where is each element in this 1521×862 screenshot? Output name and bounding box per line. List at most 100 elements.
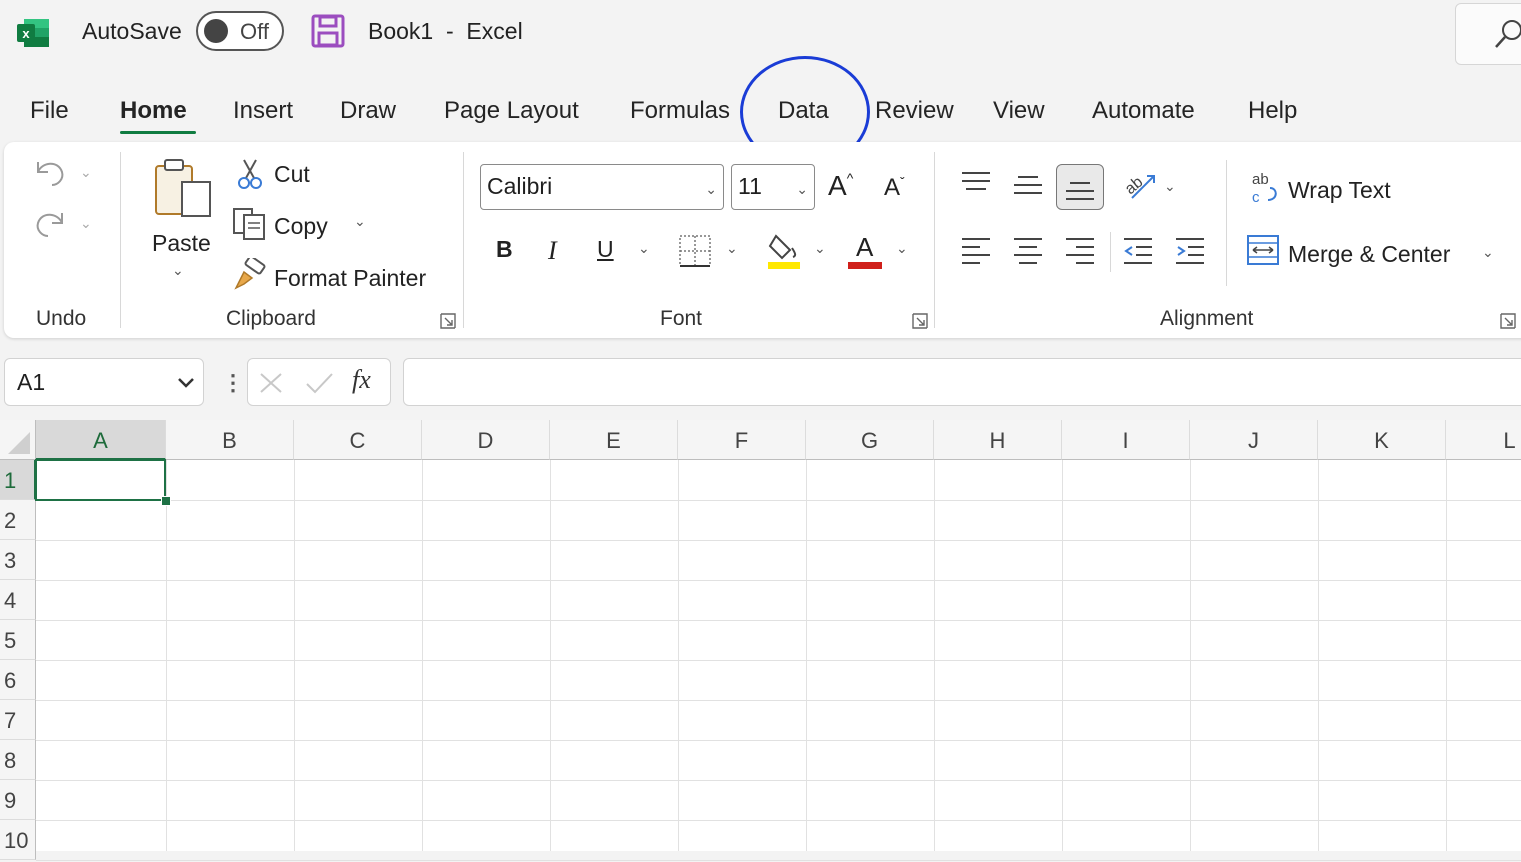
- name-box-chevron-icon[interactable]: [177, 377, 195, 389]
- orientation-icon[interactable]: ab: [1120, 168, 1158, 204]
- autosave-toggle[interactable]: Off: [196, 11, 284, 51]
- row-header-6[interactable]: 6: [0, 660, 36, 700]
- row-header-4[interactable]: 4: [0, 580, 36, 620]
- font-size-combo[interactable]: 11 ⌄: [731, 164, 815, 210]
- alignment-dialog-launcher-icon[interactable]: [1500, 313, 1516, 329]
- copy-icon[interactable]: [232, 207, 268, 241]
- column-header-c[interactable]: C: [294, 420, 422, 460]
- decrease-font-size-button[interactable]: Aˇ: [884, 174, 905, 202]
- fill-color-icon[interactable]: [766, 232, 802, 270]
- column-header-e[interactable]: E: [550, 420, 678, 460]
- format-painter-label[interactable]: Format Painter: [274, 265, 426, 292]
- paste-dropdown-chevron-icon[interactable]: ⌄: [172, 262, 184, 279]
- font-color-dropdown-chevron-icon[interactable]: ⌄: [896, 240, 908, 257]
- undo-dropdown-chevron-icon[interactable]: ⌄: [80, 164, 92, 181]
- row-header-2[interactable]: 2: [0, 500, 36, 540]
- tab-view[interactable]: View: [993, 96, 1045, 130]
- column-header-b[interactable]: B: [166, 420, 294, 460]
- increase-indent-icon[interactable]: [1174, 236, 1206, 266]
- align-right-icon[interactable]: [1064, 236, 1096, 266]
- merge-center-icon[interactable]: [1246, 234, 1280, 266]
- ribbon-separator: [1110, 232, 1111, 272]
- row-header-3[interactable]: 3: [0, 540, 36, 580]
- borders-dropdown-chevron-icon[interactable]: ⌄: [726, 240, 738, 257]
- decrease-indent-icon[interactable]: [1122, 236, 1154, 266]
- column-header-k[interactable]: K: [1318, 420, 1446, 460]
- row-header-1[interactable]: 1: [0, 460, 36, 500]
- tab-home[interactable]: Home: [120, 96, 187, 130]
- cut-icon[interactable]: [236, 158, 264, 190]
- save-icon[interactable]: [311, 14, 345, 48]
- wrap-text-label[interactable]: Wrap Text: [1288, 177, 1391, 204]
- copy-label[interactable]: Copy: [274, 213, 328, 240]
- undo-icon[interactable]: [32, 154, 68, 188]
- format-painter-icon[interactable]: [234, 258, 268, 292]
- wrap-text-icon[interactable]: ab c: [1250, 170, 1280, 206]
- top-align-icon[interactable]: [960, 170, 992, 196]
- tab-help[interactable]: Help: [1248, 96, 1297, 130]
- align-center-icon[interactable]: [1012, 236, 1044, 266]
- row-gridline: [36, 780, 1521, 781]
- font-dialog-launcher-icon[interactable]: [912, 313, 928, 329]
- column-header-j[interactable]: J: [1190, 420, 1318, 460]
- row-header-5[interactable]: 5: [0, 620, 36, 660]
- row-header-10[interactable]: 10: [0, 820, 36, 860]
- row-header-9[interactable]: 9: [0, 780, 36, 820]
- font-name-combo[interactable]: Calibri ⌄: [480, 164, 724, 210]
- redo-dropdown-chevron-icon[interactable]: ⌄: [80, 215, 92, 232]
- column-header-f[interactable]: F: [678, 420, 806, 460]
- grow-font-letter: A: [828, 170, 847, 201]
- search-icon: [1495, 20, 1521, 48]
- enter-check-icon[interactable]: [304, 371, 334, 395]
- tab-page-layout[interactable]: Page Layout: [444, 96, 579, 130]
- spreadsheet-grid[interactable]: [0, 420, 1521, 851]
- cancel-x-icon[interactable]: [258, 371, 284, 395]
- fill-color-dropdown-chevron-icon[interactable]: ⌄: [814, 240, 826, 257]
- merge-center-dropdown-chevron-icon[interactable]: ⌄: [1482, 244, 1494, 261]
- insert-function-button[interactable]: fx: [352, 365, 371, 395]
- middle-align-icon[interactable]: [1012, 172, 1044, 198]
- more-options-icon[interactable]: ⋮: [222, 370, 244, 396]
- tab-draw[interactable]: Draw: [340, 96, 396, 130]
- column-header-d[interactable]: D: [422, 420, 550, 460]
- align-left-icon[interactable]: [960, 236, 992, 266]
- active-cell-a1[interactable]: [35, 459, 166, 501]
- row-header-7[interactable]: 7: [0, 700, 36, 740]
- name-box[interactable]: A1: [4, 358, 204, 406]
- underline-dropdown-chevron-icon[interactable]: ⌄: [638, 240, 650, 257]
- fill-handle[interactable]: [161, 496, 171, 506]
- italic-button[interactable]: I: [548, 236, 557, 266]
- underline-button[interactable]: U: [597, 236, 614, 263]
- tab-formulas[interactable]: Formulas: [630, 96, 730, 130]
- copy-dropdown-chevron-icon[interactable]: ⌄: [354, 213, 366, 230]
- merge-center-label[interactable]: Merge & Center: [1288, 241, 1450, 268]
- bottom-align-button[interactable]: [1056, 164, 1104, 210]
- row-header-8[interactable]: 8: [0, 740, 36, 780]
- font-color-letter: A: [856, 232, 874, 262]
- tab-automate[interactable]: Automate: [1092, 96, 1195, 130]
- autosave-state: Off: [240, 19, 269, 44]
- search-box[interactable]: [1455, 3, 1521, 65]
- bold-button[interactable]: B: [496, 236, 513, 263]
- select-all-corner[interactable]: [0, 420, 36, 460]
- tab-file[interactable]: File: [30, 96, 69, 130]
- tab-review[interactable]: Review: [875, 96, 954, 130]
- font-color-button[interactable]: A: [848, 232, 882, 270]
- column-header-h[interactable]: H: [934, 420, 1062, 460]
- tab-insert[interactable]: Insert: [233, 96, 293, 130]
- column-header-i[interactable]: I: [1062, 420, 1190, 460]
- borders-icon[interactable]: [678, 234, 712, 268]
- paste-icon[interactable]: [152, 156, 214, 222]
- orientation-dropdown-chevron-icon[interactable]: ⌄: [1164, 178, 1176, 195]
- paste-label[interactable]: Paste: [152, 230, 211, 257]
- redo-icon[interactable]: [32, 205, 68, 239]
- formula-input[interactable]: [403, 358, 1521, 406]
- clipboard-dialog-launcher-icon[interactable]: [440, 313, 456, 329]
- column-header-l[interactable]: L: [1446, 420, 1521, 460]
- row-gridline: [36, 820, 1521, 821]
- increase-font-size-button[interactable]: A^: [828, 170, 853, 202]
- column-gridline: [166, 460, 167, 851]
- column-header-g[interactable]: G: [806, 420, 934, 460]
- cut-label[interactable]: Cut: [274, 161, 310, 188]
- column-header-a[interactable]: A: [36, 420, 166, 460]
